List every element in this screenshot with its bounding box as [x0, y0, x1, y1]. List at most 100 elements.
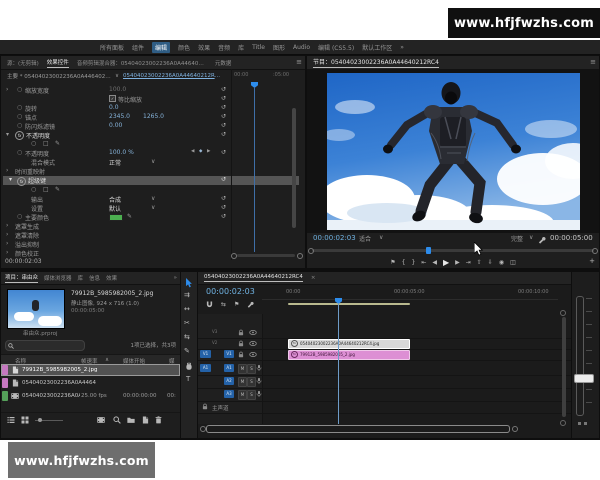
list-view-button[interactable] — [7, 416, 15, 424]
label-color-chip[interactable] — [2, 391, 8, 401]
workspace-tab-libraries[interactable]: 库 — [238, 43, 244, 52]
tab-libraries[interactable]: 库 — [78, 274, 84, 282]
meter-track[interactable] — [576, 296, 584, 416]
linked-selection-icon[interactable]: ⇆ — [221, 301, 226, 308]
scrubber-right-handle[interactable] — [592, 248, 598, 254]
pen-mask-icon[interactable]: ✎ — [55, 186, 60, 193]
program-playhead[interactable] — [426, 247, 431, 254]
track-row-a3[interactable]: A3 M S — [198, 388, 571, 402]
tab-source-monitor[interactable]: 源：(无剪辑) — [7, 59, 39, 67]
tab-effect-controls[interactable]: 效果控件 — [47, 58, 69, 68]
tab-overflow-chevron[interactable]: » — [174, 275, 177, 281]
track-select-forward-tool[interactable]: ⇉ — [184, 291, 190, 299]
icon-view-button[interactable] — [21, 416, 29, 424]
tab-effects[interactable]: 效果 — [106, 274, 117, 282]
add-marker-button[interactable]: ⚑ — [390, 259, 395, 266]
blend-mode-value[interactable]: 正常 — [109, 158, 121, 167]
workspace-tab-editing[interactable]: 编辑 — [152, 42, 170, 53]
timeline-horizontal-scrollbar[interactable] — [206, 425, 510, 433]
stopwatch-icon[interactable]: ○ — [17, 122, 22, 129]
mute-button[interactable]: M — [238, 390, 247, 400]
tab-metadata[interactable]: 元数据 — [215, 59, 232, 67]
track-target-v1[interactable]: V1 — [224, 350, 234, 358]
eyedropper-icon[interactable]: ✎ — [127, 213, 132, 220]
lock-icon[interactable] — [202, 403, 208, 410]
ec-zoom-handle-right[interactable] — [297, 253, 303, 259]
work-area-bar[interactable] — [288, 303, 410, 305]
voiceover-mic-icon[interactable] — [256, 377, 262, 385]
workspace-tab-assembly[interactable]: 组件 — [132, 43, 144, 52]
stopwatch-icon[interactable]: ○ — [17, 86, 22, 93]
automate-to-sequence-button[interactable] — [97, 416, 105, 424]
expander-icon[interactable]: › — [6, 86, 8, 93]
track-target-a1[interactable]: A1 — [224, 364, 234, 372]
lift-button[interactable]: ⇧ — [477, 259, 482, 266]
workspace-tab-graphics[interactable]: 图形 — [273, 43, 285, 52]
workspace-tab-custom[interactable]: 默认工作区 — [362, 43, 392, 52]
preview-thumbnail[interactable] — [7, 289, 65, 329]
source-patch-v1[interactable]: V1 — [200, 350, 211, 358]
rect-mask-icon[interactable]: □ — [43, 140, 49, 147]
timeline-settings-icon[interactable] — [247, 301, 254, 308]
button-editor-plus[interactable]: + — [589, 257, 595, 265]
source-patch-a1[interactable]: A1 — [200, 364, 211, 372]
stopwatch-icon[interactable]: ○ — [17, 113, 22, 120]
reset-param-icon[interactable]: ↺ — [221, 86, 226, 93]
ec-playhead-line[interactable] — [254, 87, 255, 252]
type-tool[interactable]: T — [186, 375, 190, 383]
chevron-down-icon[interactable]: ∨ — [151, 158, 155, 165]
workspace-tab-title[interactable]: Title — [252, 44, 265, 51]
slip-tool[interactable]: ⇆ — [184, 333, 190, 341]
timeline-clip-v1[interactable]: fx 79912B_5985982005_2.jpg — [288, 350, 410, 360]
rect-mask-icon[interactable]: □ — [43, 186, 49, 193]
project-row-selected[interactable]: 79912B_5985982005_2.jpg — [1, 364, 180, 376]
track-height-handle-top[interactable] — [560, 310, 566, 316]
workspace-tab-all-panels[interactable]: 所有面板 — [100, 43, 124, 52]
track-row-master[interactable]: 主声道 — [198, 401, 571, 414]
ruler-baseline[interactable] — [262, 299, 558, 300]
stopwatch-icon[interactable]: ○ — [17, 149, 22, 156]
uniform-scale-checkbox[interactable]: ✓ — [109, 95, 116, 102]
chevron-down-icon[interactable]: ∨ — [529, 234, 533, 241]
workspace-overflow-chevron[interactable]: » — [400, 44, 404, 51]
group-label[interactable]: 颜色校正 — [15, 249, 39, 258]
mute-button[interactable]: M — [238, 364, 247, 374]
chevron-down-icon[interactable]: ∨ — [151, 204, 155, 211]
next-keyframe-icon[interactable]: ▶ — [207, 149, 210, 154]
reset-param-icon[interactable]: ↺ — [221, 104, 226, 111]
label-color-chip[interactable] — [2, 365, 8, 375]
play-button[interactable]: ▶ — [443, 258, 449, 267]
ripple-edit-tool[interactable]: ↔ — [184, 305, 190, 313]
go-to-in-button[interactable]: ⇤ — [421, 259, 426, 266]
solo-button[interactable]: S — [247, 364, 256, 374]
close-icon[interactable]: × — [311, 275, 316, 281]
param-value[interactable]: 0.00 — [109, 122, 122, 129]
prev-keyframe-icon[interactable]: ◀ — [191, 149, 194, 154]
output-value[interactable]: 合成 — [109, 195, 121, 204]
new-bin-button[interactable] — [127, 416, 135, 424]
mark-in-button[interactable]: { — [402, 259, 406, 266]
ec-horizontal-scrollbar[interactable] — [237, 254, 295, 257]
go-to-out-button[interactable]: ⇥ — [466, 259, 471, 266]
scrubber-track[interactable] — [312, 249, 594, 252]
reset-param-icon[interactable]: ↺ — [221, 204, 226, 211]
add-keyframe-icon[interactable]: ◆ — [199, 149, 202, 154]
eye-icon[interactable] — [249, 341, 257, 346]
zoom-slider-handle[interactable] — [38, 418, 42, 422]
solo-button[interactable]: S — [247, 377, 256, 387]
workspace-tab-audio2[interactable]: Audio — [293, 44, 310, 51]
workspace-tab-effects[interactable]: 效果 — [198, 43, 210, 52]
workspace-tab-editing-cs55[interactable]: 编辑 (CS5.5) — [318, 43, 354, 52]
voiceover-mic-icon[interactable] — [256, 364, 262, 372]
eye-icon[interactable] — [249, 352, 257, 357]
panel-menu-icon[interactable]: ≡ — [296, 58, 302, 66]
workspace-tab-color[interactable]: 颜色 — [178, 43, 190, 52]
tab-media-browser[interactable]: 媒体浏览器 — [44, 274, 72, 282]
track-row-a2[interactable]: A2 M S — [198, 375, 571, 389]
new-item-button[interactable] — [142, 416, 149, 424]
param-value[interactable]: 100.0 — [109, 86, 126, 93]
ellipse-mask-icon[interactable]: ○ — [31, 186, 36, 193]
expander-icon[interactable]: ▾ — [9, 176, 12, 183]
group-label[interactable]: 遮罩生成 — [15, 222, 39, 231]
mute-button[interactable]: M — [238, 377, 247, 387]
